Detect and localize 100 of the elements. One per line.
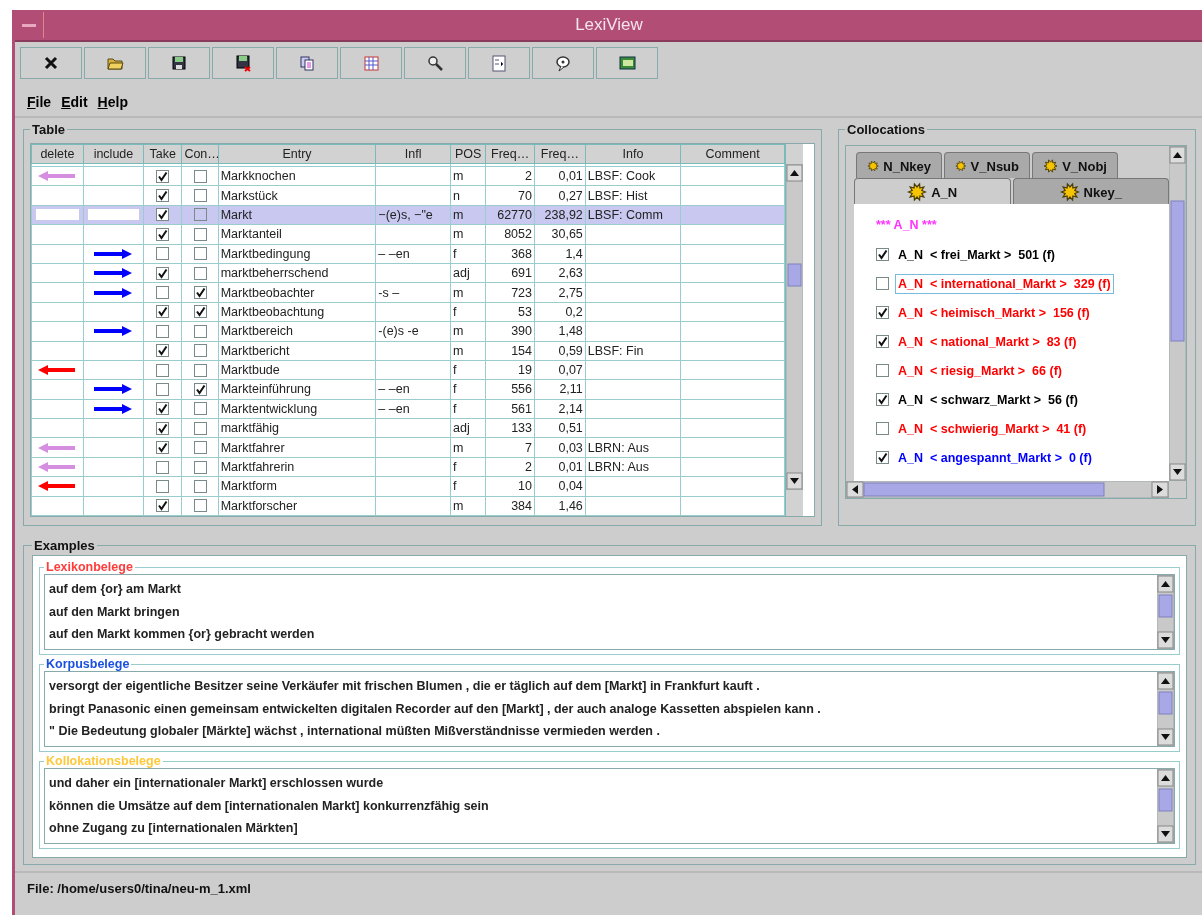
checkbox[interactable] — [156, 402, 170, 416]
checkbox[interactable] — [876, 306, 889, 319]
table-row[interactable]: Marktbude f 19 0,07 — [31, 360, 785, 380]
table-row[interactable]: marktbeherrschend adj 691 2,63 — [31, 263, 785, 283]
checkbox[interactable] — [193, 421, 207, 435]
toolbar-button[interactable] — [20, 47, 82, 79]
tab[interactable]: N_Nkey — [856, 152, 942, 178]
toolbar-button[interactable] — [212, 47, 274, 79]
checkbox[interactable] — [193, 479, 207, 493]
checkbox[interactable] — [876, 393, 889, 406]
table-row[interactable]: Marktbericht m 154 0,59 LBSF: Fin — [31, 341, 785, 361]
column-header[interactable]: Infl — [375, 144, 451, 164]
checkbox[interactable] — [156, 305, 170, 319]
column-header[interactable]: delete — [31, 144, 84, 164]
collocation-label[interactable]: A_N < angespannt_Markt > 0 (f) — [895, 447, 1095, 468]
window-title: LexiView — [574, 15, 644, 35]
checkbox[interactable] — [876, 277, 889, 290]
column-header[interactable]: Freq… — [485, 144, 535, 164]
tab[interactable]: A_N — [854, 178, 1011, 204]
collocation-label[interactable]: A_N < schwarz_Markt > 56 (f) — [895, 389, 1081, 410]
checkbox[interactable] — [193, 208, 207, 222]
collocation-label[interactable]: A_N < international_Markt > 329 (f) — [895, 273, 1114, 294]
checkbox[interactable] — [156, 208, 170, 222]
column-header[interactable]: Comment — [680, 144, 785, 164]
checkbox[interactable] — [193, 247, 207, 261]
table-cell: Marktanteil — [218, 224, 376, 245]
tab[interactable]: Nkey_ — [1012, 178, 1169, 204]
table-row[interactable]: Marktbedingung – –en f 368 1,4 — [31, 244, 785, 264]
checkbox[interactable] — [193, 305, 207, 319]
checkbox[interactable] — [156, 286, 170, 300]
table-row[interactable]: Marktforscher m 384 1,46 — [31, 496, 785, 516]
table-row[interactable]: Marktform f 10 0,04 — [31, 476, 785, 497]
table-row[interactable]: Marktfahrer m 7 0,03 LBRN: Aus — [31, 437, 785, 458]
table-cell: 133 — [485, 418, 535, 438]
tab[interactable]: V_Nsub — [944, 152, 1030, 178]
toolbar-button[interactable] — [148, 47, 210, 79]
checkbox[interactable] — [156, 266, 170, 280]
checkbox[interactable] — [193, 460, 207, 474]
checkbox[interactable] — [193, 499, 207, 513]
column-header[interactable]: include — [83, 144, 144, 164]
checkbox[interactable] — [156, 383, 170, 396]
column-header[interactable]: POS — [450, 144, 486, 164]
collocation-label[interactable]: A_N < heimisch_Markt > 156 (f) — [895, 302, 1093, 323]
table-cell: LBSF: Hist — [585, 185, 681, 206]
checkbox[interactable] — [193, 227, 207, 241]
toolbar-button[interactable] — [532, 47, 594, 79]
checkbox[interactable] — [193, 441, 207, 455]
checkbox[interactable] — [193, 169, 207, 183]
toolbar-button[interactable] — [596, 47, 658, 79]
column-header[interactable]: Freq… — [534, 144, 586, 164]
checkbox[interactable] — [193, 402, 207, 416]
table-row[interactable]: Marktanteil m 8052 30,65 — [31, 224, 785, 245]
table-row[interactable]: Markteinführung – –en f 556 2,11 — [31, 379, 785, 400]
checkbox[interactable] — [193, 383, 207, 396]
menu-item[interactable]: Edit — [61, 94, 88, 110]
checkbox[interactable] — [193, 286, 207, 300]
checkbox[interactable] — [156, 363, 170, 377]
menu-item[interactable]: Help — [97, 94, 128, 110]
column-header[interactable]: Info — [585, 144, 681, 164]
checkbox[interactable] — [156, 499, 170, 513]
table-row[interactable]: Marktbeobachtung f 53 0,2 — [31, 302, 785, 322]
table-row[interactable]: Markt −(e)s, −"e m 62770 238,92 LBSF: Comm — [31, 205, 785, 225]
checkbox[interactable] — [156, 189, 170, 203]
checkbox[interactable] — [156, 479, 170, 493]
checkbox[interactable] — [193, 266, 207, 280]
collocation-label[interactable]: A_N < national_Markt > 83 (f) — [895, 331, 1080, 352]
menu-item[interactable]: File — [27, 94, 52, 110]
checkbox[interactable] — [193, 189, 207, 203]
collocation-label[interactable]: A_N < frei_Markt > 501 (f) — [895, 244, 1058, 265]
checkbox[interactable] — [156, 247, 170, 261]
table-row[interactable]: Marktbeobachter -s – m 723 2,75 — [31, 282, 785, 303]
table-row[interactable]: marktfähig adj 133 0,51 — [31, 418, 785, 438]
table-row[interactable]: Markknochen m 2 0,01 LBSF: Cook — [31, 166, 785, 186]
checkbox[interactable] — [156, 344, 170, 358]
table-row[interactable]: Markstück n 70 0,27 LBSF: Hist — [31, 185, 785, 206]
column-header[interactable]: Entry — [218, 144, 376, 164]
checkbox[interactable] — [193, 363, 207, 377]
checkbox[interactable] — [156, 169, 170, 183]
collocation-label[interactable]: A_N < riesig_Markt > 66 (f) — [895, 360, 1065, 381]
checkbox[interactable] — [156, 324, 170, 338]
table-row[interactable]: Marktfahrerin f 2 0,01 LBRN: Aus — [31, 457, 785, 477]
checkbox[interactable] — [156, 421, 170, 435]
checkbox[interactable] — [876, 248, 889, 261]
checkbox[interactable] — [193, 324, 207, 338]
checkbox[interactable] — [876, 335, 889, 348]
checkbox[interactable] — [876, 422, 889, 435]
table-row[interactable]: Marktbereich -(e)s -e m 390 1,48 — [31, 321, 785, 341]
table-row[interactable]: Marktentwicklung – –en f 561 2,14 — [31, 399, 785, 419]
checkbox[interactable] — [156, 460, 170, 474]
speech-bubble-icon — [554, 54, 572, 72]
column-header[interactable]: Take — [143, 144, 182, 164]
collocation-label[interactable]: A_N < schwierig_Markt > 41 (f) — [895, 418, 1090, 439]
checkbox[interactable] — [156, 441, 170, 455]
tab[interactable]: V_Nobj — [1032, 152, 1118, 178]
copy-icon — [298, 54, 316, 72]
checkbox[interactable] — [876, 364, 889, 377]
table-cell: Marktfahrer — [218, 437, 376, 458]
checkbox[interactable] — [193, 344, 207, 358]
checkbox[interactable] — [876, 451, 889, 464]
checkbox[interactable] — [156, 227, 170, 241]
